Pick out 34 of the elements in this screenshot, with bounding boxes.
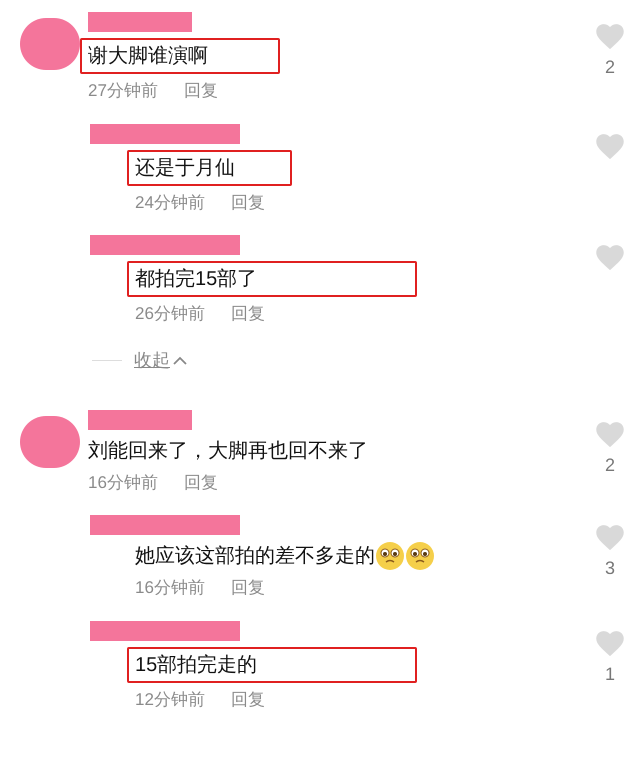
reply-link[interactable]: 回复 <box>184 470 218 495</box>
timestamp: 27分钟前 <box>88 80 158 102</box>
emoji-icon <box>375 541 405 571</box>
like-count: 1 <box>604 662 615 686</box>
comment-text: 15部拍完走的 <box>135 652 258 678</box>
reply-link[interactable]: 回复 <box>230 190 265 215</box>
comment-text: 都拍完15部了 <box>135 267 258 292</box>
like-count: 2 <box>604 454 615 476</box>
reply-link[interactable]: 回复 <box>230 575 265 600</box>
comment-text: 谢大脚谁演啊 <box>88 44 208 69</box>
like-count: 2 <box>604 56 615 79</box>
timestamp: 16分钟前 <box>135 577 205 599</box>
timestamp: 24分钟前 <box>135 192 205 214</box>
comment-text: 刘能回来了，大脚再也回不来了 <box>88 438 368 464</box>
emoji-icon <box>405 541 435 571</box>
avatar[interactable] <box>20 416 80 468</box>
heart-icon[interactable] <box>595 132 625 160</box>
heart-icon[interactable] <box>595 22 625 50</box>
timestamp: 16分钟前 <box>88 472 158 494</box>
reply-link[interactable]: 回复 <box>230 301 265 326</box>
like-count: 3 <box>604 557 615 580</box>
caret-up-icon <box>172 355 188 365</box>
heart-icon[interactable] <box>595 523 625 551</box>
collapse-link[interactable]: 收起 <box>134 346 170 374</box>
reply-link[interactable]: 回复 <box>230 686 265 712</box>
heart-icon[interactable] <box>595 243 625 271</box>
comment-text: 还是于月仙 <box>135 156 235 180</box>
avatar[interactable] <box>20 18 80 70</box>
timestamp: 12分钟前 <box>135 688 205 710</box>
heart-icon[interactable] <box>595 420 625 448</box>
heart-icon[interactable] <box>595 628 625 656</box>
reply-link[interactable]: 回复 <box>184 78 218 104</box>
comment-text: 她应该这部拍的差不多走的 <box>135 541 435 571</box>
timestamp: 26分钟前 <box>135 303 205 325</box>
